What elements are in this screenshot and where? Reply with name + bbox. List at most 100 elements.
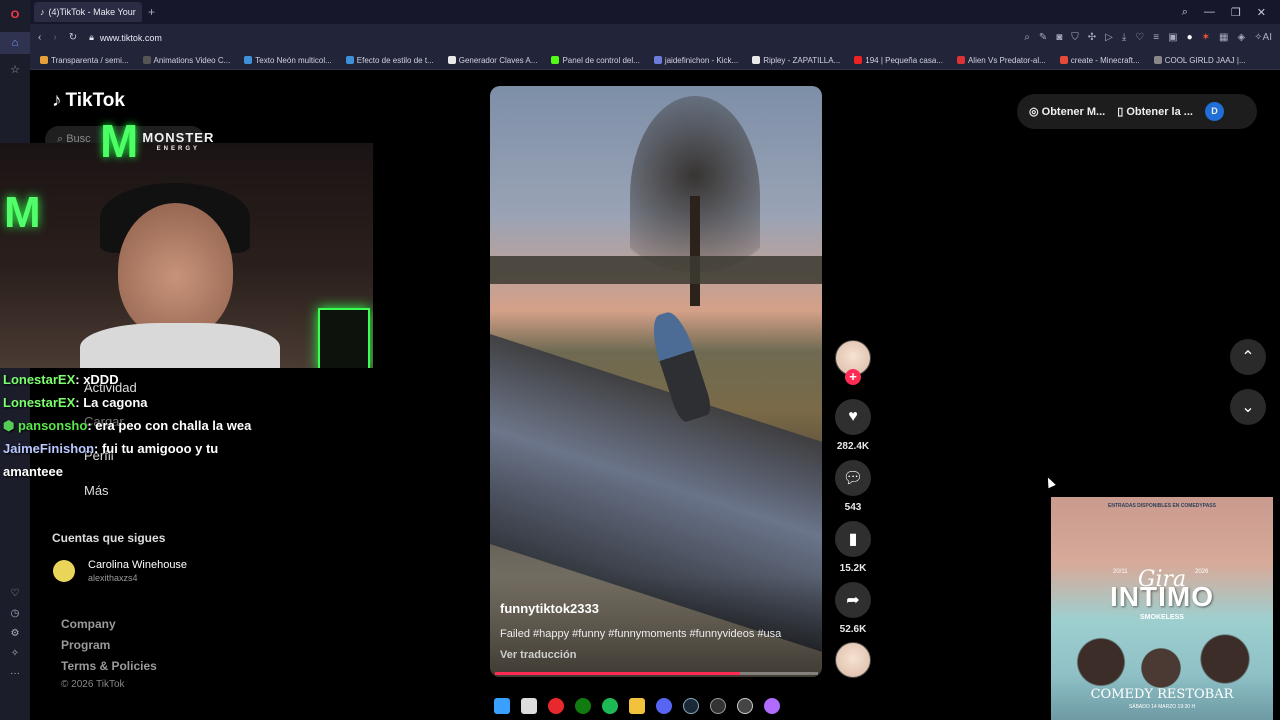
more-rail-icon[interactable]: ··· [0, 668, 30, 679]
url-field[interactable]: www.tiktok.com [100, 33, 162, 43]
comment-icon: 💬︎ [842, 470, 864, 487]
monster-claw-icon: M [100, 115, 139, 167]
search-tabs-icon[interactable]: ⌕ [1182, 6, 1188, 19]
profile-icon[interactable]: ● [1187, 32, 1193, 43]
footer-company-link[interactable]: Company [61, 617, 116, 631]
zoom-icon[interactable]: ⌕ [1024, 32, 1030, 43]
sidebar-item-more[interactable]: Más [84, 483, 109, 498]
download-icon[interactable]: ⤓ [1122, 32, 1126, 43]
reload-icon[interactable]: ↻ [69, 32, 77, 43]
video-progress-bar[interactable] [495, 672, 818, 675]
poster-people [1061, 632, 1261, 692]
steam-icon[interactable] [683, 698, 699, 714]
tab-tiktok[interactable]: ♪ (4)TikTok - Make Your [34, 2, 142, 22]
video-author[interactable]: funnytiktok2333 [500, 601, 599, 616]
file-explorer-icon[interactable] [629, 698, 645, 714]
xbox-icon[interactable] [575, 698, 591, 714]
bookmark-item[interactable]: Efecto de estilo de t... [345, 56, 434, 65]
obs-icon[interactable] [710, 698, 726, 714]
pinboard-icon[interactable]: ☆ [0, 58, 30, 80]
heart-icon: ♥ [848, 408, 858, 425]
bookmark-item[interactable]: Transparenta / semi... [40, 56, 129, 65]
follow-plus-button[interactable]: + [845, 369, 861, 385]
close-window-button[interactable]: ✕ [1257, 6, 1266, 19]
chevron-down-icon: ⌄ [1241, 399, 1255, 416]
chat-text: : era peo con challa la wea [87, 418, 252, 433]
edit-icon[interactable]: ✎ [1039, 32, 1047, 43]
menu-icon[interactable]: ≡ [1153, 32, 1159, 43]
history-icon[interactable]: ◷ [0, 608, 30, 619]
tiktok-logo[interactable]: ♪ TikTok [52, 90, 125, 112]
video-player[interactable] [490, 86, 822, 677]
bulb-icon[interactable]: ✧ [0, 648, 30, 659]
monster-logo: M MONSTER ENERGY [100, 118, 214, 164]
previous-video-button[interactable]: ⌃ [1230, 339, 1266, 375]
grid-icon[interactable]: ▦ [1219, 32, 1228, 43]
bookmark-favicon-icon [653, 56, 662, 64]
bookmark-item[interactable]: create - Minecraft... [1059, 55, 1140, 65]
sound-avatar[interactable] [835, 642, 871, 678]
bookmark-item[interactable]: Animations Video C... [142, 56, 230, 65]
get-coins-label: Obtener M... [1041, 106, 1106, 118]
footer-program-link[interactable]: Program [61, 638, 110, 652]
discord-icon[interactable] [656, 698, 672, 714]
bookmark-item[interactable]: Generador Claves A... [447, 56, 537, 65]
monster-logo-sub: ENERGY [156, 145, 200, 152]
opera-logo-icon[interactable]: O [0, 4, 30, 26]
get-app-button[interactable]: ▯ Obtener la ... [1117, 105, 1193, 118]
spotify-icon[interactable] [602, 698, 618, 714]
wallet-icon[interactable]: ▣ [1168, 32, 1177, 43]
heart-rail-icon[interactable]: ♡ [0, 588, 30, 599]
opera-taskbar-icon[interactable] [548, 698, 564, 714]
share-button[interactable]: ➦ [835, 582, 871, 618]
minimize-button[interactable]: — [1204, 6, 1215, 19]
task-view-icon[interactable] [521, 698, 537, 714]
user-avatar[interactable]: D [1204, 102, 1224, 121]
save-button[interactable]: ▮ [835, 521, 871, 557]
forward-icon[interactable]: › [53, 32, 56, 43]
comment-button[interactable]: 💬︎ [835, 460, 871, 496]
next-video-button[interactable]: ⌄ [1230, 389, 1266, 425]
play-icon[interactable]: ▷ [1105, 32, 1113, 43]
purple-app-icon[interactable] [764, 698, 780, 714]
like-count: 282.4K [836, 441, 870, 452]
tab-title: (4)TikTok - Make Your [48, 7, 136, 17]
crab-icon[interactable]: ✶ [1202, 32, 1210, 43]
coin-icon: ◎ [1029, 106, 1042, 118]
bookmark-item[interactable]: Texto Neón multicol... [244, 56, 332, 65]
chat-user: pansonsho [17, 418, 88, 433]
bookmark-label: jaidefinichon - Kick... [664, 55, 739, 65]
poster-venue: COMEDY RESTOBAR [1090, 687, 1234, 702]
following-name[interactable]: Carolina Winehouse [88, 559, 187, 571]
extensions-icon[interactable]: ✣ [1088, 32, 1096, 43]
chat-message: LonestarEX: xDDD [3, 368, 273, 391]
bookmark-item[interactable]: Panel de control del... [551, 56, 640, 65]
following-avatar[interactable] [53, 560, 75, 582]
app-icon[interactable] [737, 698, 753, 714]
aria-ai-button[interactable]: ✧AI [1254, 32, 1272, 43]
bookmark-item[interactable]: Ripley - ZAPATILLA... [752, 56, 840, 65]
bookmark-favicon-icon [142, 56, 151, 64]
camera-icon[interactable]: ◙ [1056, 32, 1062, 43]
translate-link[interactable]: Ver traducción [500, 649, 576, 661]
save-count: 15.2K [839, 563, 867, 574]
bookmark-item[interactable]: jaidefinichon - Kick... [653, 55, 739, 65]
footer-terms-link[interactable]: Terms & Policies [61, 659, 157, 673]
home-icon[interactable]: ⌂ [0, 32, 30, 54]
back-icon[interactable]: ‹ [38, 32, 41, 43]
new-tab-button[interactable]: + [148, 5, 155, 19]
windows-start-icon[interactable] [494, 698, 510, 714]
shield-icon[interactable]: ⛉ [1071, 32, 1079, 43]
ai-sparkle-icon: ✧ [1254, 32, 1263, 43]
tiktok-favicon-icon: ♪ [40, 7, 45, 17]
restore-button[interactable]: ❐ [1231, 6, 1241, 19]
like-button[interactable]: ♥ [835, 399, 871, 435]
bookmark-heart-icon[interactable]: ♡ [1135, 32, 1144, 43]
bookmark-item[interactable]: Alien Vs Predator-al... [956, 56, 1046, 65]
get-coins-button[interactable]: ◎ Obtener M... [1029, 105, 1105, 118]
settings-icon[interactable]: ⚙ [0, 628, 30, 639]
bookmark-item[interactable]: COOL GIRLD JAAJ |... [1153, 56, 1246, 65]
cube-icon[interactable]: ◈ [1237, 32, 1245, 43]
bookmark-item[interactable]: 194 | Pequeña casa... [854, 56, 943, 65]
bookmark-label: create - Minecraft... [1070, 55, 1140, 65]
